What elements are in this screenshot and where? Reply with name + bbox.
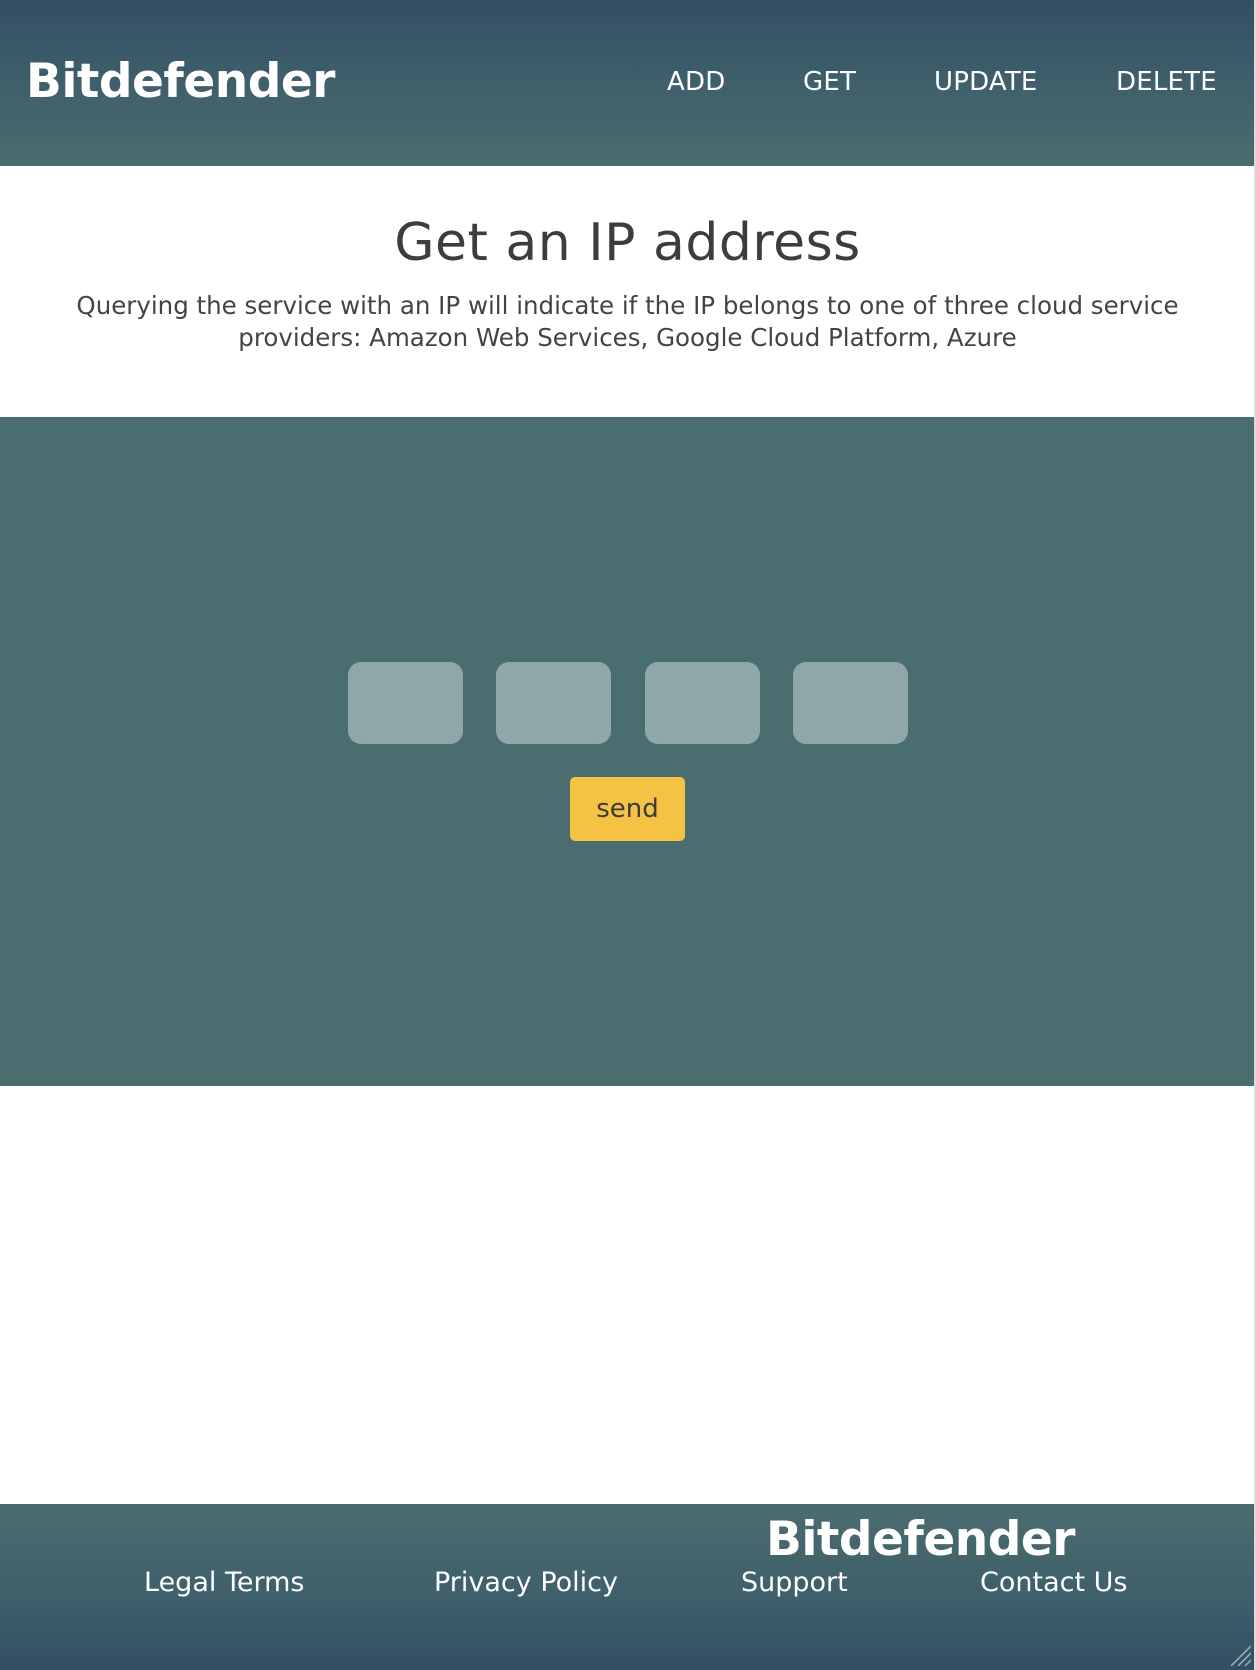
footer-link-legal-terms[interactable]: Legal Terms [144, 1566, 304, 1600]
header: Bitdefender ADD GET UPDATE DELETE [0, 0, 1255, 166]
ip-octet-2-input[interactable] [496, 662, 611, 744]
footer-link-privacy-policy[interactable]: Privacy Policy [434, 1566, 618, 1600]
footer-logo: Bitdefender [766, 1512, 1075, 1567]
nav-update-link[interactable]: UPDATE [934, 66, 1038, 98]
header-logo[interactable]: Bitdefender [26, 50, 335, 114]
nav-add-link[interactable]: ADD [667, 66, 725, 98]
footer: Bitdefender Legal Terms Privacy Policy S… [0, 1504, 1255, 1670]
ip-octet-3-input[interactable] [645, 662, 760, 744]
nav-get-link[interactable]: GET [803, 66, 856, 98]
resize-grip-icon[interactable] [1227, 1642, 1251, 1666]
ip-form-panel: send [0, 417, 1255, 1086]
ip-octet-1-input[interactable] [348, 662, 463, 744]
ip-octet-4-input[interactable] [793, 662, 908, 744]
page-description: Querying the service with an IP will ind… [76, 291, 1179, 352]
page: Bitdefender ADD GET UPDATE DELETE Get an… [0, 0, 1256, 1670]
send-button[interactable]: send [570, 777, 685, 841]
footer-link-contact-us[interactable]: Contact Us [980, 1566, 1127, 1600]
footer-link-support[interactable]: Support [741, 1566, 848, 1600]
page-title: Get an IP address [394, 213, 861, 273]
nav-delete-link[interactable]: DELETE [1116, 66, 1217, 98]
